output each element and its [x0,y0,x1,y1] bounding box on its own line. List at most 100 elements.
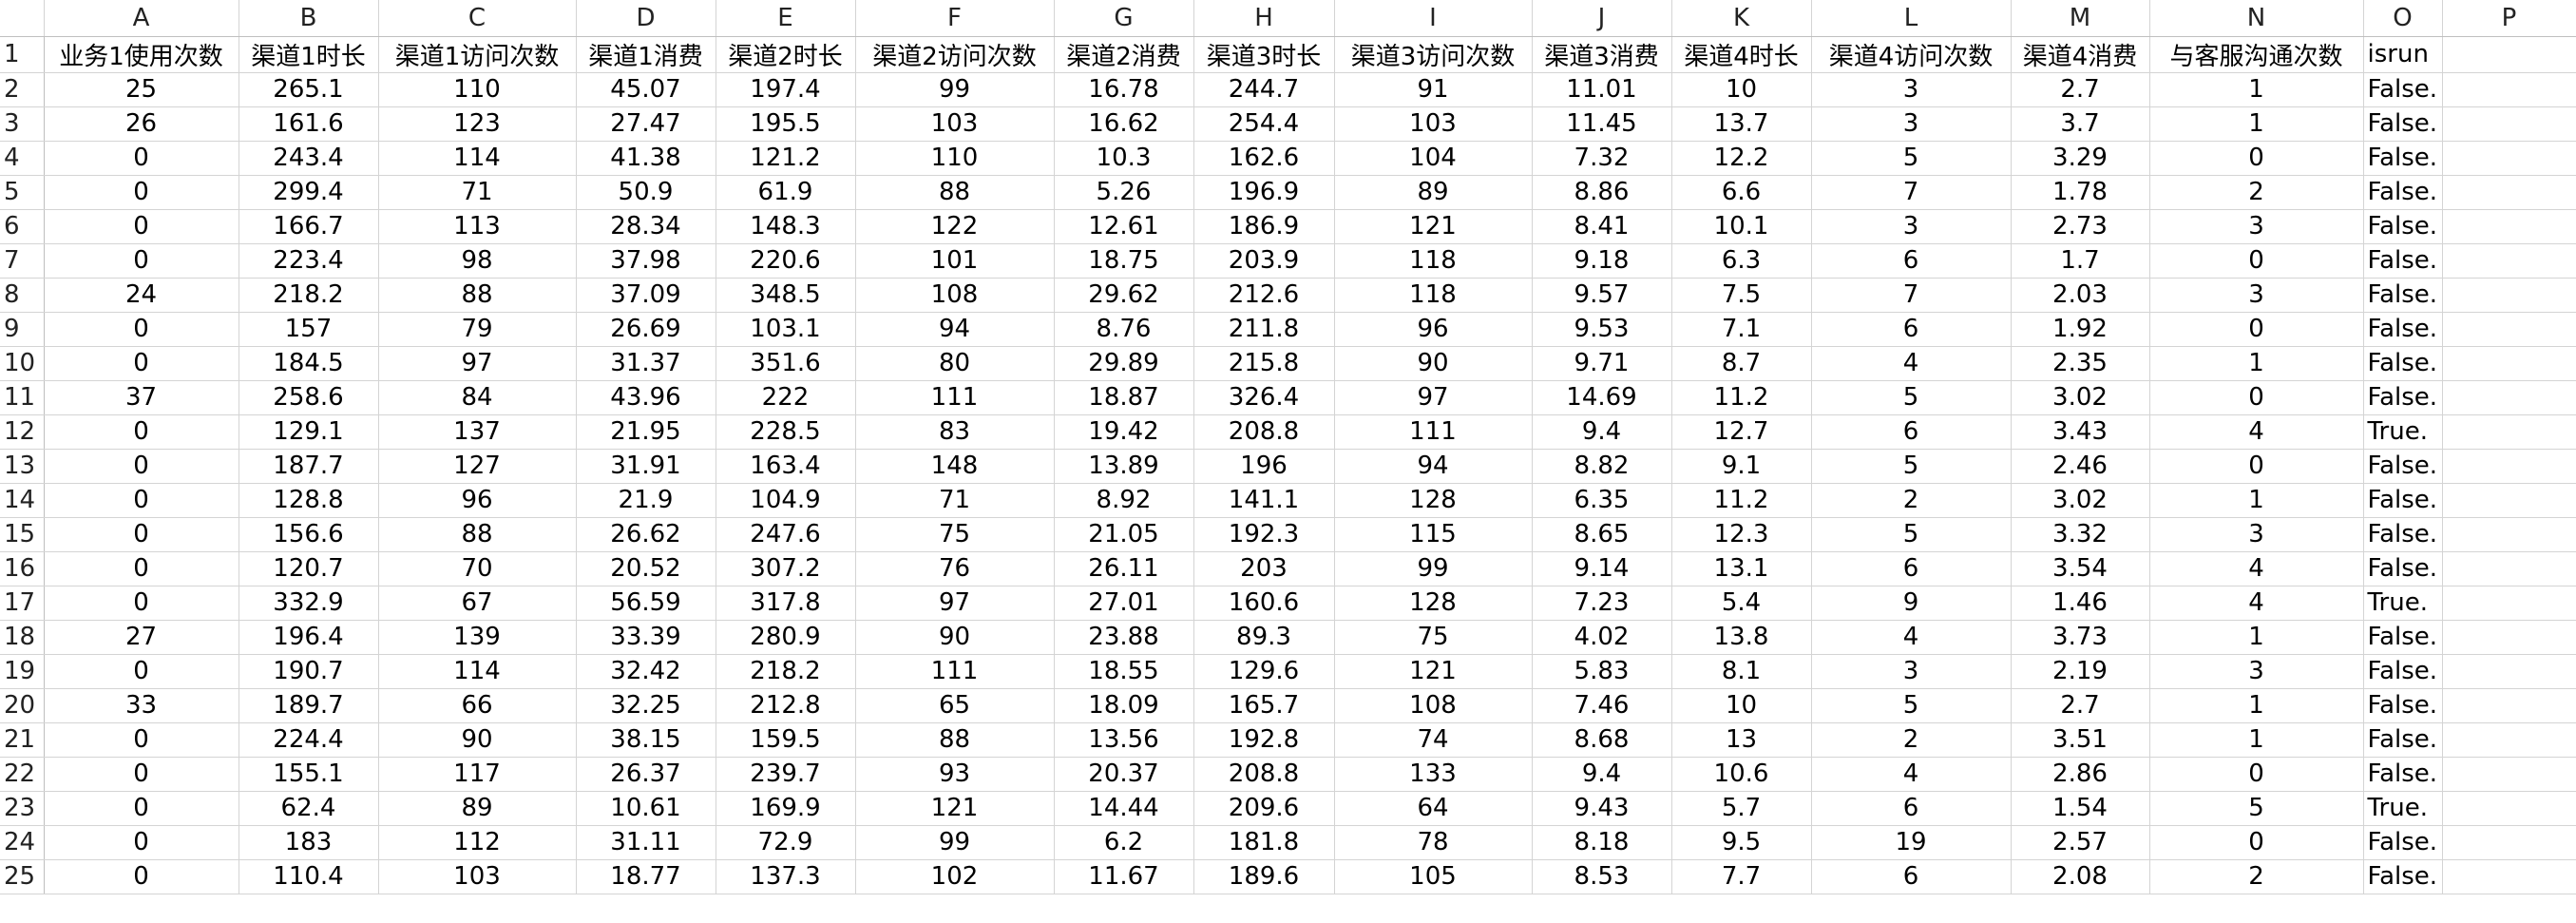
cell[interactable]: 121 [855,791,1055,826]
cell[interactable]: False. [2363,688,2443,723]
cell[interactable]: False. [2363,346,2443,381]
cell[interactable]: 280.9 [716,620,856,655]
cell[interactable]: 111 [855,380,1055,415]
cell[interactable]: 76 [855,551,1055,586]
cell[interactable]: 108 [1334,688,1533,723]
cell[interactable] [2442,243,2576,279]
header-cell[interactable]: 渠道1访问次数 [378,36,577,73]
cell[interactable]: 3.29 [2011,141,2150,176]
cell[interactable]: 93 [855,757,1055,792]
cell[interactable]: 141.1 [1193,483,1335,518]
cell[interactable]: 133 [1334,757,1533,792]
cell[interactable]: 307.2 [716,551,856,586]
cell[interactable] [2442,517,2576,552]
cell[interactable]: 90 [855,620,1055,655]
cell[interactable]: 3.7 [2011,106,2150,142]
cell[interactable]: 222 [716,380,856,415]
cell[interactable]: 203.9 [1193,243,1335,279]
cell[interactable]: 0 [44,483,239,518]
row-header[interactable]: 22 [0,757,45,792]
cell[interactable]: 1.7 [2011,243,2150,279]
cell[interactable]: 103 [855,106,1055,142]
cell[interactable]: 6 [1811,551,2012,586]
cell[interactable]: False. [2363,859,2443,894]
cell[interactable]: 13.7 [1671,106,1812,142]
cell[interactable]: 90 [1334,346,1533,381]
cell[interactable]: 190.7 [239,654,379,689]
cell[interactable]: 13.8 [1671,620,1812,655]
cell[interactable]: False. [2363,449,2443,484]
cell[interactable]: False. [2363,243,2443,279]
header-cell[interactable]: 渠道4消费 [2011,36,2150,73]
cell[interactable]: 3.43 [2011,414,2150,450]
row-header[interactable]: 6 [0,209,45,244]
cell[interactable]: 3 [1811,106,2012,142]
header-cell[interactable]: 渠道2时长 [716,36,856,73]
cell[interactable]: 6 [1811,859,2012,894]
cell[interactable]: 75 [1334,620,1533,655]
cell[interactable]: 2 [1811,483,2012,518]
cell[interactable]: 16.62 [1054,106,1194,142]
cell[interactable]: 5.26 [1054,175,1194,210]
cell[interactable]: 7 [1811,278,2012,313]
cell[interactable]: 9 [1811,586,2012,621]
cell[interactable]: 1.54 [2011,791,2150,826]
cell[interactable]: 113 [378,209,577,244]
cell[interactable]: 8.65 [1532,517,1672,552]
cell[interactable]: 62.4 [239,791,379,826]
header-cell[interactable]: isrun [2363,36,2443,73]
column-header[interactable]: I [1334,0,1533,37]
cell[interactable]: False. [2363,722,2443,758]
cell[interactable]: 10 [1671,72,1812,107]
header-cell[interactable]: 渠道3消费 [1532,36,1672,73]
cell[interactable]: 3.73 [2011,620,2150,655]
row-header[interactable]: 17 [0,586,45,621]
cell[interactable]: 13.1 [1671,551,1812,586]
cell[interactable]: 97 [378,346,577,381]
cell[interactable]: 4 [2149,551,2364,586]
cell[interactable]: 9.14 [1532,551,1672,586]
cell[interactable]: 211.8 [1193,312,1335,347]
cell[interactable]: False. [2363,209,2443,244]
cell[interactable] [2442,688,2576,723]
cell[interactable]: 11.01 [1532,72,1672,107]
cell[interactable] [2442,654,2576,689]
row-header[interactable]: 9 [0,312,45,347]
cell[interactable]: 2.7 [2011,688,2150,723]
cell[interactable]: 3.02 [2011,380,2150,415]
cell[interactable]: 122 [855,209,1055,244]
cell[interactable]: True. [2363,414,2443,450]
cell[interactable]: 12.7 [1671,414,1812,450]
cell[interactable]: 11.67 [1054,859,1194,894]
cell[interactable]: 148.3 [716,209,856,244]
cell[interactable]: 162.6 [1193,141,1335,176]
cell[interactable]: 118 [1334,243,1533,279]
cell[interactable]: 9.71 [1532,346,1672,381]
cell[interactable]: 7.5 [1671,278,1812,313]
column-header[interactable]: J [1532,0,1672,37]
cell[interactable]: 11.45 [1532,106,1672,142]
cell[interactable]: 89 [378,791,577,826]
cell[interactable]: False. [2363,141,2443,176]
cell[interactable]: 0 [44,243,239,279]
cell[interactable]: 0 [44,414,239,450]
cell[interactable]: 121 [1334,654,1533,689]
column-header[interactable]: F [855,0,1055,37]
cell[interactable]: 33.39 [576,620,716,655]
cell[interactable]: 37.09 [576,278,716,313]
cell[interactable]: 187.7 [239,449,379,484]
cell[interactable]: 3 [2149,209,2364,244]
row-header[interactable]: 16 [0,551,45,586]
cell[interactable]: 1 [2149,722,2364,758]
row-header[interactable]: 1 [0,36,45,73]
cell[interactable]: 6.2 [1054,825,1194,860]
cell[interactable]: 9.5 [1671,825,1812,860]
cell[interactable]: 6 [1811,312,2012,347]
cell[interactable]: 5 [1811,688,2012,723]
row-header[interactable]: 5 [0,175,45,210]
cell[interactable]: 0 [44,722,239,758]
cell[interactable]: 128 [1334,483,1533,518]
cell[interactable]: 160.6 [1193,586,1335,621]
cell[interactable]: False. [2363,278,2443,313]
cell[interactable]: 114 [378,141,577,176]
